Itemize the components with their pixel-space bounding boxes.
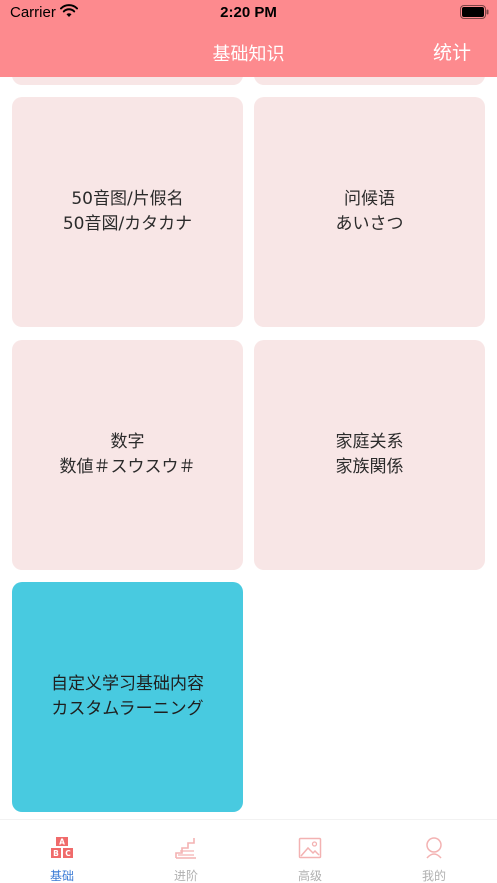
tab-label: 进阶 [173, 869, 198, 883]
card-title-jp: カスタムラーニング [51, 699, 204, 719]
stairs-icon [175, 838, 196, 859]
card-partial-left[interactable] [12, 77, 243, 85]
card-family[interactable]: 家庭关系 家族関係 [254, 340, 485, 570]
card-greetings[interactable]: 问候语 あいさつ [254, 97, 485, 327]
card-title-jp: 家族関係 [335, 457, 404, 477]
card-numbers[interactable]: 数字 数値＃スウスウ＃ [12, 340, 243, 570]
clock: 2:20 PM [220, 4, 277, 21]
card-grid[interactable]: 50音图/片假名 50音図/カタカナ 问候语 あいさつ 数字 数値＃スウスウ＃ … [0, 77, 497, 819]
card-partial-right[interactable] [254, 77, 485, 85]
person-icon [426, 837, 442, 859]
header: Carrier 2:20 PM 基础知识 统计 [0, 0, 497, 77]
tab-label: 高级 [297, 869, 322, 883]
card-title-jp: 50音図/カタカナ [62, 214, 193, 234]
tab-basic[interactable]: A B C 基础 [0, 820, 124, 883]
card-title-jp: あいさつ [335, 214, 404, 234]
svg-text:A: A [59, 838, 65, 847]
status-bar: Carrier 2:20 PM [0, 0, 497, 26]
svg-text:C: C [65, 849, 71, 858]
card-title-cn: 问候语 [344, 189, 395, 209]
card-title-cn: 50音图/片假名 [71, 189, 184, 209]
tab-mine[interactable]: 我的 [372, 820, 496, 883]
card-kana-chart[interactable]: 50音图/片假名 50音図/カタカナ [12, 97, 243, 327]
tab-expert[interactable]: 高级 [248, 820, 372, 883]
tab-bar: A B C 基础 进阶 高级 我的 [0, 819, 497, 883]
tab-advanced[interactable]: 进阶 [124, 820, 248, 883]
abc-blocks-icon: A B C [51, 837, 73, 858]
battery-icon [460, 5, 489, 19]
tab-label: 基础 [49, 869, 74, 883]
tab-label: 我的 [421, 869, 446, 883]
card-title-cn: 家庭关系 [335, 432, 404, 452]
card-title-cn: 自定义学习基础内容 [51, 674, 204, 694]
card-title-jp: 数値＃スウスウ＃ [59, 457, 196, 477]
svg-text:B: B [53, 849, 59, 858]
image-icon [298, 837, 322, 859]
card-custom-learning[interactable]: 自定义学习基础内容 カスタムラーニング [12, 582, 243, 812]
page-title: 基础知识 [212, 44, 285, 65]
statistics-button[interactable]: 统计 [433, 38, 471, 65]
card-title-cn: 数字 [110, 432, 145, 452]
